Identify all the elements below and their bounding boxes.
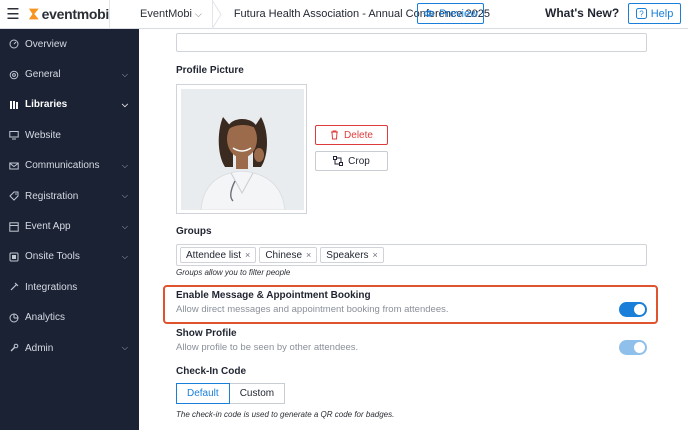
sidebar-item-label: Event App [25, 221, 71, 233]
monitor-icon [9, 130, 19, 140]
sidebar-item-label: Website [25, 129, 61, 141]
checkin-option-custom[interactable]: Custom [229, 383, 286, 404]
trash-icon [331, 130, 339, 140]
sidebar-item-registration[interactable]: Registration ⌵ [0, 181, 139, 211]
sidebar-item-communications[interactable]: Communications ⌵ [0, 151, 139, 181]
sidebar-item-libraries[interactable]: Libraries ⌵ [0, 90, 139, 120]
crop-label: Crop [348, 155, 370, 167]
show-profile-title: Show Profile [176, 328, 237, 339]
show-profile-toggle[interactable] [619, 340, 647, 355]
profile-photo [181, 89, 304, 210]
delete-photo-button[interactable]: Delete [315, 125, 388, 145]
eye-icon [423, 10, 435, 17]
badge-icon [9, 252, 19, 262]
sidebar-item-label: Integrations [25, 281, 78, 293]
sidebar-item-overview[interactable]: Overview [0, 29, 139, 59]
crop-photo-button[interactable]: Crop [315, 151, 388, 171]
remove-tag-icon[interactable]: × [306, 250, 311, 260]
group-tag-label: Chinese [265, 249, 303, 261]
help-label: Help [650, 7, 674, 20]
breadcrumb-separator-icon [211, 0, 222, 29]
group-tag[interactable]: Speakers × [320, 247, 384, 263]
sidebar-item-label: Communications [25, 160, 100, 172]
main-content: Profile Picture Delete Crop Groups Atten… [139, 29, 688, 430]
remove-tag-icon[interactable]: × [373, 250, 378, 260]
sidebar-item-integrations[interactable]: Integrations [0, 272, 139, 302]
library-icon [9, 100, 19, 110]
sidebar: Overview General ⌵ Libraries ⌵ Website C… [0, 29, 139, 430]
groups-label: Groups [176, 226, 212, 237]
show-profile-description: Allow profile to be seen by other attend… [176, 342, 359, 353]
sidebar-item-label: Admin [25, 342, 54, 354]
wrench-icon [9, 343, 19, 353]
logo-text: eventmobi [41, 6, 110, 22]
org-name: EventMobi [140, 8, 192, 20]
checkin-code-label: Check-In Code [176, 366, 247, 377]
enable-messaging-description: Allow direct messages and appointment bo… [176, 304, 449, 315]
group-tag[interactable]: Attendee list × [180, 247, 257, 263]
sidebar-item-general[interactable]: General ⌵ [0, 59, 139, 89]
svg-text:?: ? [639, 9, 644, 18]
profile-picture-frame [176, 84, 307, 214]
logo[interactable]: eventmobi [26, 0, 110, 29]
whats-new-link[interactable]: What's New? [545, 6, 619, 20]
toggle-knob [634, 342, 645, 353]
groups-input[interactable]: Attendee list × Chinese × Speakers × [176, 244, 647, 266]
text-input[interactable] [176, 33, 647, 52]
delete-label: Delete [344, 129, 373, 141]
preview-label: Preview [438, 7, 479, 20]
toggle-knob [634, 304, 645, 315]
groups-hint: Groups allow you to filter people [176, 268, 291, 277]
sidebar-item-analytics[interactable]: Analytics [0, 303, 139, 333]
help-icon: ? [635, 8, 647, 19]
sidebar-item-label: Libraries [25, 99, 68, 111]
profile-picture-label: Profile Picture [176, 65, 244, 76]
group-tag-label: Speakers [326, 249, 369, 261]
sidebar-item-website[interactable]: Website [0, 120, 139, 150]
remove-tag-icon[interactable]: × [245, 250, 250, 260]
app-icon [9, 221, 19, 232]
crop-icon [333, 156, 344, 166]
top-bar: ☰ eventmobi EventMobi ⌵ Futura Health As… [0, 0, 688, 29]
sidebar-item-label: Overview [25, 38, 67, 50]
preview-button[interactable]: Preview [417, 3, 484, 24]
help-button[interactable]: ? Help [628, 3, 681, 24]
sidebar-item-label: Analytics [25, 312, 66, 324]
group-tag-label: Attendee list [186, 249, 242, 261]
chevron-down-icon: ⌵ [121, 251, 128, 261]
checkin-code-selector: Default Custom [176, 383, 286, 404]
chevron-down-icon: ⌵ [121, 160, 128, 170]
checkin-hint: The check-in code is used to generate a … [176, 410, 395, 419]
tag-icon [9, 191, 19, 201]
chevron-down-icon: ⌵ [121, 99, 128, 109]
envelope-icon [9, 161, 19, 171]
checkin-option-default[interactable]: Default [176, 383, 230, 404]
chevron-down-icon: ⌵ [194, 8, 202, 19]
enable-messaging-toggle[interactable] [619, 302, 647, 317]
eventmobi-logo-icon [28, 8, 39, 20]
chart-icon [9, 313, 19, 323]
sidebar-item-label: Registration [25, 190, 79, 202]
chevron-down-icon: ⌵ [121, 191, 128, 201]
sidebar-item-label: General [25, 69, 61, 81]
dashboard-icon [9, 39, 19, 49]
gear-icon [9, 70, 19, 80]
sidebar-item-onsite-tools[interactable]: Onsite Tools ⌵ [0, 242, 139, 272]
sidebar-item-event-app[interactable]: Event App ⌵ [0, 211, 139, 241]
sidebar-item-label: Onsite Tools [25, 251, 80, 263]
sidebar-item-admin[interactable]: Admin ⌵ [0, 333, 139, 363]
hamburger-menu-icon[interactable]: ☰ [0, 0, 26, 29]
chevron-down-icon: ⌵ [121, 69, 128, 79]
org-switcher[interactable]: EventMobi ⌵ [110, 0, 213, 29]
enable-messaging-title: Enable Message & Appointment Booking [176, 290, 371, 301]
plug-icon [9, 282, 19, 292]
group-tag[interactable]: Chinese × [259, 247, 318, 263]
chevron-down-icon: ⌵ [121, 343, 128, 353]
chevron-down-icon: ⌵ [121, 221, 128, 231]
